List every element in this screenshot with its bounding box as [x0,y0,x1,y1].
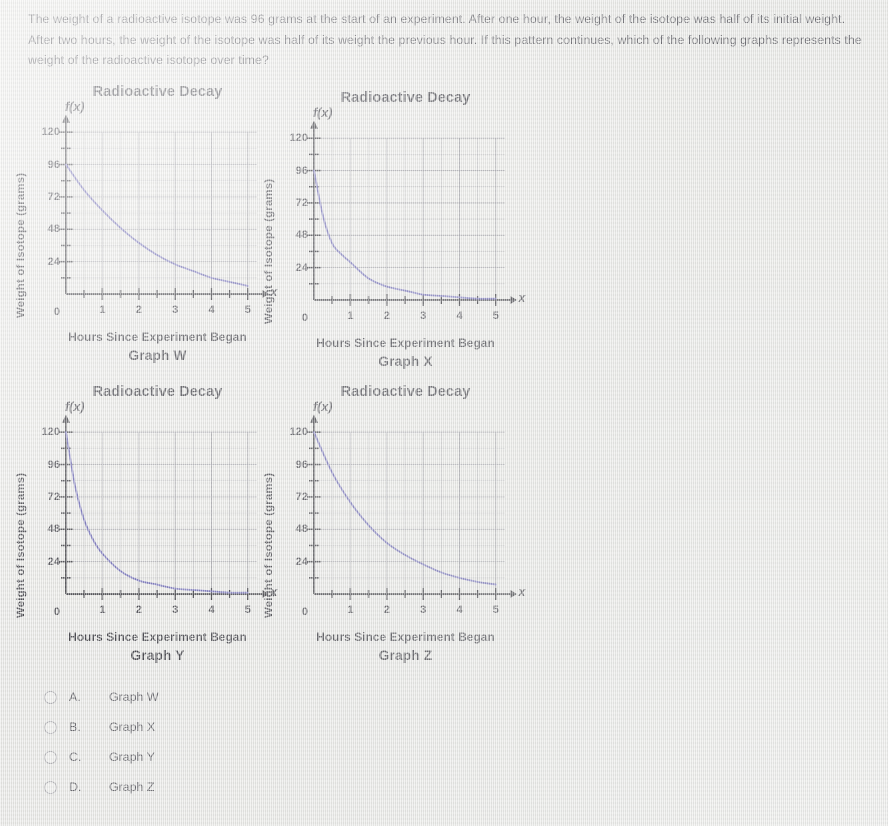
graph-x-xtick-4: 4 [456,310,463,322]
graph-y-ytick-96: 96 [47,458,60,471]
worksheet-page: The weight of a radioactive isotope was … [0,0,888,826]
graph-z-ytick-96: 96 [295,458,308,471]
answer-options: A. Graph W B. Graph X C. Graph Y D. Grap… [44,682,159,802]
graph-x-title: Radioactive Decay [340,90,471,106]
graph-w-xtick-3: 3 [171,304,179,316]
graph-x-fx-label: f(x) [313,106,333,120]
option-a-letter: A. [69,690,81,704]
option-b-label: Graph X [109,720,156,734]
graph-x-name: Graph X [378,354,433,369]
radio-icon-a[interactable] [44,690,57,704]
graph-z-xtick-3: 3 [419,604,427,616]
graph-panel-z: Radioactive Decay f(x) Weight of Isotope… [263,384,543,663]
graph-x-origin-label: 0 [301,312,308,324]
graph-z-xtick-1: 1 [347,604,354,616]
option-c-label: Graph Y [109,750,155,764]
graph-z-plot: f(x) Weight of Isotope (grams) 120 96 72 48… [263,400,543,632]
radio-icon-b[interactable] [44,720,57,734]
option-b-letter: B. [69,720,81,734]
graph-y-xtick-3: 3 [171,604,179,616]
graph-z-y-axis-label: Weight of Isotope (grams) [263,472,275,618]
graph-w-fx-label: f(x) [65,100,85,114]
graph-z-ytick-120: 120 [289,426,308,439]
graph-y-title: Radioactive Decay [92,384,223,400]
graph-y-ytick-120: 120 [41,426,60,439]
graph-x-x-symbol: x [518,291,526,305]
graph-z-ytick-24: 24 [295,555,308,568]
option-a-label: Graph W [109,690,159,704]
graph-x-ytick-120: 120 [289,132,308,145]
graph-y-origin-label: 0 [53,606,60,618]
graph-w-xtick-2: 2 [135,304,142,316]
graph-x-xtick-1: 1 [347,310,354,322]
graph-y-plot: f(x) Weight of Isotope (grams) 120 96 72 48… [15,400,295,632]
graph-y-x-axis-label: Hours Since Experiment Began [68,630,247,644]
graph-y-fx-label: f(x) [65,400,85,414]
graph-w-ytick-24: 24 [47,255,60,268]
graph-y-xtick-1: 1 [99,604,106,616]
graph-y-xtick-4: 4 [208,604,215,616]
graph-w-xtick-4: 4 [208,304,215,316]
radio-icon-d[interactable] [44,780,57,794]
graph-w-ytick-120: 120 [41,126,60,139]
graph-w-origin-label: 0 [53,306,60,318]
graph-y-y-axis-label: Weight of Isotope (grams) [15,472,27,618]
graph-x-xtick-2: 2 [383,310,390,322]
graph-z-xtick-4: 4 [456,604,463,616]
graph-w-xtick-1: 1 [99,304,106,316]
graph-w-ytick-48: 48 [47,223,60,236]
graph-y-ytick-72: 72 [47,490,60,503]
graph-y-ytick-48: 48 [47,523,60,536]
graph-panel-y: Radioactive Decay f(x) Weight of Isotope… [15,384,295,663]
graph-z-title: Radioactive Decay [340,384,471,400]
graph-y-ytick-24: 24 [47,555,60,568]
graph-y-xtick-5: 5 [244,604,251,616]
graph-y-name: Graph Y [130,648,185,663]
option-d[interactable]: D. Graph Z [44,772,159,802]
graph-x-x-axis-label: Hours Since Experiment Began [316,336,495,350]
graph-w-x-axis-label: Hours Since Experiment Began [68,330,247,344]
option-c-letter: C. [69,750,82,764]
graph-x-xtick-5: 5 [492,310,499,322]
graph-x-ytick-72: 72 [295,196,308,209]
option-a[interactable]: A. Graph W [44,682,159,712]
graph-x-xtick-3: 3 [419,310,427,322]
graph-w-xtick-5: 5 [244,304,251,316]
question-stem: The weight of a radioactive isotope was … [28,12,862,67]
graph-w-ytick-72: 72 [47,190,60,203]
graph-z-xtick-2: 2 [383,604,390,616]
graph-z-xtick-5: 5 [492,604,499,616]
graph-z-fx-label: f(x) [313,400,333,414]
option-d-letter: D. [69,780,82,794]
option-d-label: Graph Z [109,780,155,794]
graph-x-y-axis-label: Weight of Isotope (grams) [263,178,275,324]
graph-z-ytick-48: 48 [295,523,308,536]
option-c[interactable]: C. Graph Y [44,742,159,772]
graph-w-y-axis-label: Weight of Isotope (grams) [15,172,27,318]
graph-w-plot: f(x) Weight of Isotope (grams) 120 96 72 48… [15,100,295,332]
graph-panel-w: Radioactive Decay f(x) Weight of Isotope… [15,84,295,363]
graph-x-ytick-48: 48 [295,229,308,242]
graph-z-origin-label: 0 [301,606,308,618]
graph-x-ytick-24: 24 [295,261,308,274]
graph-y-xtick-2: 2 [135,604,142,616]
radio-icon-c[interactable] [44,750,57,764]
graph-x-ytick-96: 96 [295,164,308,177]
graph-z-x-symbol: x [518,585,526,599]
graph-w-title: Radioactive Decay [92,84,223,100]
graph-x-plot: f(x) Weight of Isotope (grams) 120 96 72 48… [263,106,543,338]
graph-z-x-axis-label: Hours Since Experiment Began [316,630,495,644]
graph-z-ytick-72: 72 [295,490,308,503]
graph-w-ytick-96: 96 [47,158,60,171]
graph-z-name: Graph Z [378,648,433,663]
graph-panel-x: Radioactive Decay f(x) Weight of Isotope… [263,90,543,369]
option-b[interactable]: B. Graph X [44,712,159,742]
graph-w-name: Graph W [128,348,187,363]
